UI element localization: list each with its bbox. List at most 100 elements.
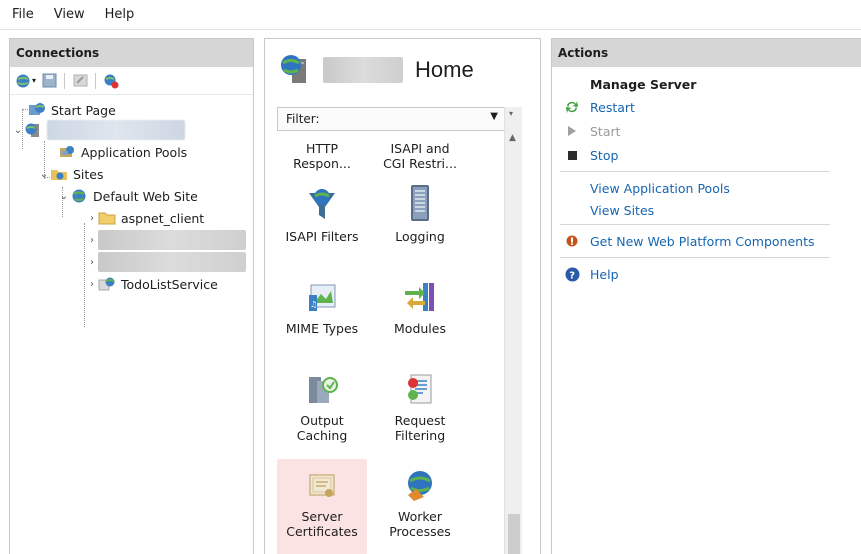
actions-list: Manage Server Restart Start Stop View Ap… <box>552 67 861 286</box>
sites-folder-icon <box>50 165 68 183</box>
action-label: Help <box>590 266 619 282</box>
connect-globe-icon[interactable] <box>14 72 32 90</box>
tree-item-server[interactable]: ⌄ <box>12 119 185 141</box>
filter-dropdown[interactable]: Filter: ▼ <box>277 107 507 131</box>
up-level-icon[interactable] <box>71 72 89 90</box>
feature-label: Processes <box>389 524 451 539</box>
feature-label: Respon... <box>293 156 351 171</box>
chevron-right-icon[interactable]: › <box>86 257 98 268</box>
feature-modules[interactable]: Modules <box>375 275 465 336</box>
svg-text:♫: ♫ <box>310 300 317 309</box>
application-pools-icon <box>58 143 76 161</box>
chevron-down-icon[interactable]: ⌄ <box>58 191 70 202</box>
feature-mime-types[interactable]: ♫ MIME Types <box>277 275 367 336</box>
feature-label: Certificates <box>286 524 358 539</box>
toolbar-separator <box>64 72 66 89</box>
isapi-filters-icon <box>277 183 367 223</box>
tree-item-sites[interactable]: ⌄ Sites <box>38 163 104 185</box>
output-caching-icon <box>277 367 367 407</box>
scroll-menu-icon[interactable]: ▾ <box>509 109 513 118</box>
tree-label: Start Page <box>51 102 116 118</box>
stop-action[interactable]: Stop <box>552 143 861 167</box>
dropdown-arrow-icon[interactable]: ▼ <box>490 111 498 122</box>
feature-output-caching[interactable]: Output Caching <box>277 367 367 443</box>
connections-panel: Connections ▾ Start Page ⌄ Application P… <box>9 38 254 554</box>
chevron-right-icon[interactable]: › <box>86 235 98 246</box>
web-app-icon <box>98 275 116 293</box>
action-label: Start <box>590 123 621 139</box>
web-platform-icon <box>564 233 580 249</box>
worker-processes-icon <box>375 463 465 503</box>
chevron-down-icon[interactable]: ⌄ <box>38 169 50 180</box>
chevron-right-icon[interactable]: › <box>86 279 98 290</box>
tree-label: Sites <box>73 166 104 182</box>
feature-label: ISAPI and <box>390 141 450 156</box>
svg-text:?: ? <box>569 270 575 281</box>
restart-action[interactable]: Restart <box>552 95 861 119</box>
feature-label: Output <box>300 413 344 428</box>
feature-request-filtering[interactable]: Request Filtering <box>375 367 465 443</box>
features-panel: Home Filter: ▼ ▾ ▲ HTTP Respon... ISAPI … <box>264 38 541 554</box>
server-certificates-icon <box>277 463 367 503</box>
request-filtering-icon <box>375 367 465 407</box>
scroll-up-icon[interactable]: ▲ <box>509 133 516 143</box>
connections-header: Connections <box>10 39 253 67</box>
tree-item-redacted-2[interactable]: › <box>86 251 246 273</box>
dropdown-arrow-icon[interactable]: ▾ <box>32 76 36 85</box>
feature-isapi-filters[interactable]: ISAPI Filters <box>277 183 367 244</box>
tree-label: Default Web Site <box>93 188 198 204</box>
filter-label: Filter: <box>286 112 320 126</box>
chevron-right-icon[interactable]: › <box>86 213 98 224</box>
help-icon: ? <box>564 266 580 282</box>
server-icon <box>24 121 42 139</box>
actions-separator <box>560 224 830 225</box>
actions-panel: Actions Manage Server Restart Start Stop… <box>551 38 861 554</box>
feature-label: ISAPI Filters <box>285 229 359 244</box>
scrollbar-thumb[interactable] <box>508 514 520 554</box>
feature-label: Worker <box>397 509 443 524</box>
tree-item-start-page[interactable]: Start Page <box>28 99 116 121</box>
action-label: Stop <box>590 147 619 163</box>
logging-icon <box>375 183 465 223</box>
feature-http-response[interactable]: HTTP Respon... <box>277 141 367 171</box>
view-application-pools-action[interactable]: View Application Pools <box>552 176 861 200</box>
feature-label: Filtering <box>394 428 446 443</box>
action-label: View Sites <box>590 202 655 218</box>
save-icon[interactable] <box>40 72 58 90</box>
feature-logging[interactable]: Logging <box>375 183 465 244</box>
globe-icon <box>70 187 88 205</box>
feature-label: Server <box>301 509 343 524</box>
menu-bar: File View Help <box>0 0 861 30</box>
feature-isapi-cgi[interactable]: ISAPI and CGI Restri... <box>375 141 465 171</box>
start-page-icon <box>28 101 46 119</box>
feature-label: MIME Types <box>285 321 359 336</box>
help-action[interactable]: ? Help <box>552 262 861 286</box>
menu-view[interactable]: View <box>54 7 85 22</box>
chevron-down-icon[interactable]: ⌄ <box>12 125 24 136</box>
start-action[interactable]: Start <box>552 119 861 143</box>
disconnect-icon[interactable] <box>102 72 120 90</box>
tree-item-default-web-site[interactable]: ⌄ Default Web Site <box>58 185 198 207</box>
get-web-platform-components-action[interactable]: Get New Web Platform Components <box>552 229 861 253</box>
actions-header: Actions <box>552 39 861 67</box>
redacted-server-name <box>47 120 185 140</box>
start-icon <box>564 123 580 139</box>
menu-file[interactable]: File <box>12 7 34 22</box>
feature-worker-processes[interactable]: Worker Processes <box>375 463 465 539</box>
menu-help[interactable]: Help <box>105 7 135 22</box>
connections-toolbar: ▾ <box>10 67 253 95</box>
redacted-item <box>98 252 246 272</box>
stop-icon <box>564 147 580 163</box>
page-title: Home <box>415 57 474 82</box>
tree-item-todolist-service[interactable]: › TodoListService <box>86 273 218 295</box>
feature-label: CGI Restri... <box>383 156 457 171</box>
tree-label: aspnet_client <box>121 210 205 226</box>
tree-item-aspnet-client[interactable]: › aspnet_client <box>86 207 204 229</box>
feature-label: Logging <box>395 229 445 244</box>
view-sites-action[interactable]: View Sites <box>552 200 861 220</box>
tree-label: TodoListService <box>121 276 218 292</box>
tree-item-redacted-1[interactable]: › <box>86 229 246 251</box>
tree-item-application-pools[interactable]: Application Pools <box>58 141 187 163</box>
folder-icon <box>98 209 116 227</box>
feature-server-certificates[interactable]: Server Certificates <box>277 459 367 554</box>
